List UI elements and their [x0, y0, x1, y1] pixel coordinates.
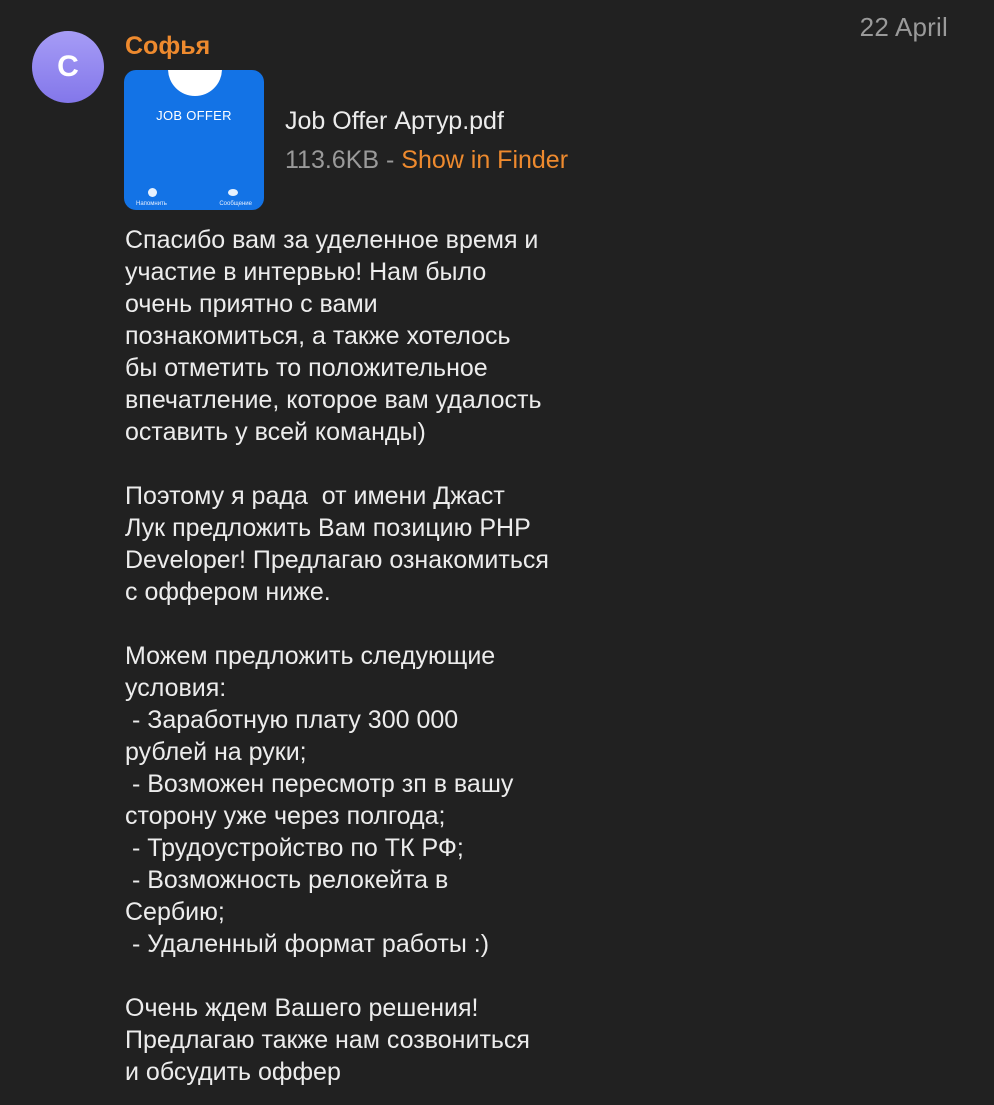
file-name[interactable]: Job Offer Артур.pdf — [285, 106, 568, 136]
thumbnail-header-circle — [168, 70, 222, 96]
message-line: - Трудоустройство по ТК РФ; — [125, 834, 464, 862]
message-line: - Удаленный формат работы :) — [125, 930, 490, 958]
thumbnail-right-label: Сообщение — [219, 201, 252, 207]
file-size: 113.6KB — [285, 146, 380, 174]
message-line: сторону уже через полгода; — [125, 802, 446, 830]
message-line: познакомиться, а также хотелось — [125, 322, 511, 350]
file-info: 113.6KB - Show in Finder — [285, 145, 568, 175]
message-line: очень приятно с вами — [125, 290, 378, 318]
thumbnail-left-label: Напомнить — [136, 201, 167, 207]
message-line: рублей на руки; — [125, 738, 307, 766]
message-line: Сербию; — [125, 898, 225, 926]
message-line: Спасибо вам за уделенное время и — [125, 226, 539, 254]
message-line: Лук предложить Вам позицию PHP — [125, 514, 531, 542]
message-line: впечатление, которое вам удалость — [125, 386, 542, 414]
message-line — [125, 960, 605, 992]
message-line: Можем предложить следующие — [125, 642, 496, 670]
thumbnail-title: JOB OFFER — [156, 108, 232, 123]
avatar[interactable]: C — [32, 31, 104, 103]
message-text: Спасибо вам за уделенное время и участие… — [125, 224, 605, 1088]
message-line: - Заработную плату 300 000 — [125, 706, 459, 734]
chat-bubble-icon — [228, 189, 238, 196]
message-line — [125, 608, 605, 640]
message-line: участие в интервью! Нам было — [125, 258, 487, 286]
message-line: с оффером ниже. — [125, 578, 331, 606]
sender-name[interactable]: Софья — [125, 32, 210, 61]
message-line: Предлагаю также нам созвониться — [125, 1026, 530, 1054]
message-line: - Возможность релокейта в — [125, 866, 449, 894]
file-meta: Job Offer Артур.pdf 113.6KB - Show in Fi… — [285, 106, 568, 175]
alarm-icon — [148, 188, 157, 197]
file-attachment[interactable]: JOB OFFER Напомнить Сообщение Job Offer … — [124, 70, 568, 210]
file-thumbnail[interactable]: JOB OFFER Напомнить Сообщение — [124, 70, 264, 210]
avatar-initial: C — [57, 50, 79, 83]
message-line: условия: — [125, 674, 227, 702]
message-line: - Возможен пересмотр зп в вашу — [125, 770, 514, 798]
show-in-finder-link[interactable]: Show in Finder — [401, 146, 568, 174]
message-line: и обсудить оффер — [125, 1058, 341, 1086]
message-line: бы отметить то положительное — [125, 354, 488, 382]
message-line — [125, 448, 605, 480]
message-line: оставить у всей команды) — [125, 418, 426, 446]
message-date: 22 April — [859, 12, 948, 42]
message-line: Developer! Предлагаю ознакомиться — [125, 546, 549, 574]
message-line: Очень ждем Вашего решения! — [125, 994, 479, 1022]
message-line: Поэтому я рада от имени Джаст — [125, 482, 505, 510]
file-info-separator: - — [379, 146, 402, 174]
